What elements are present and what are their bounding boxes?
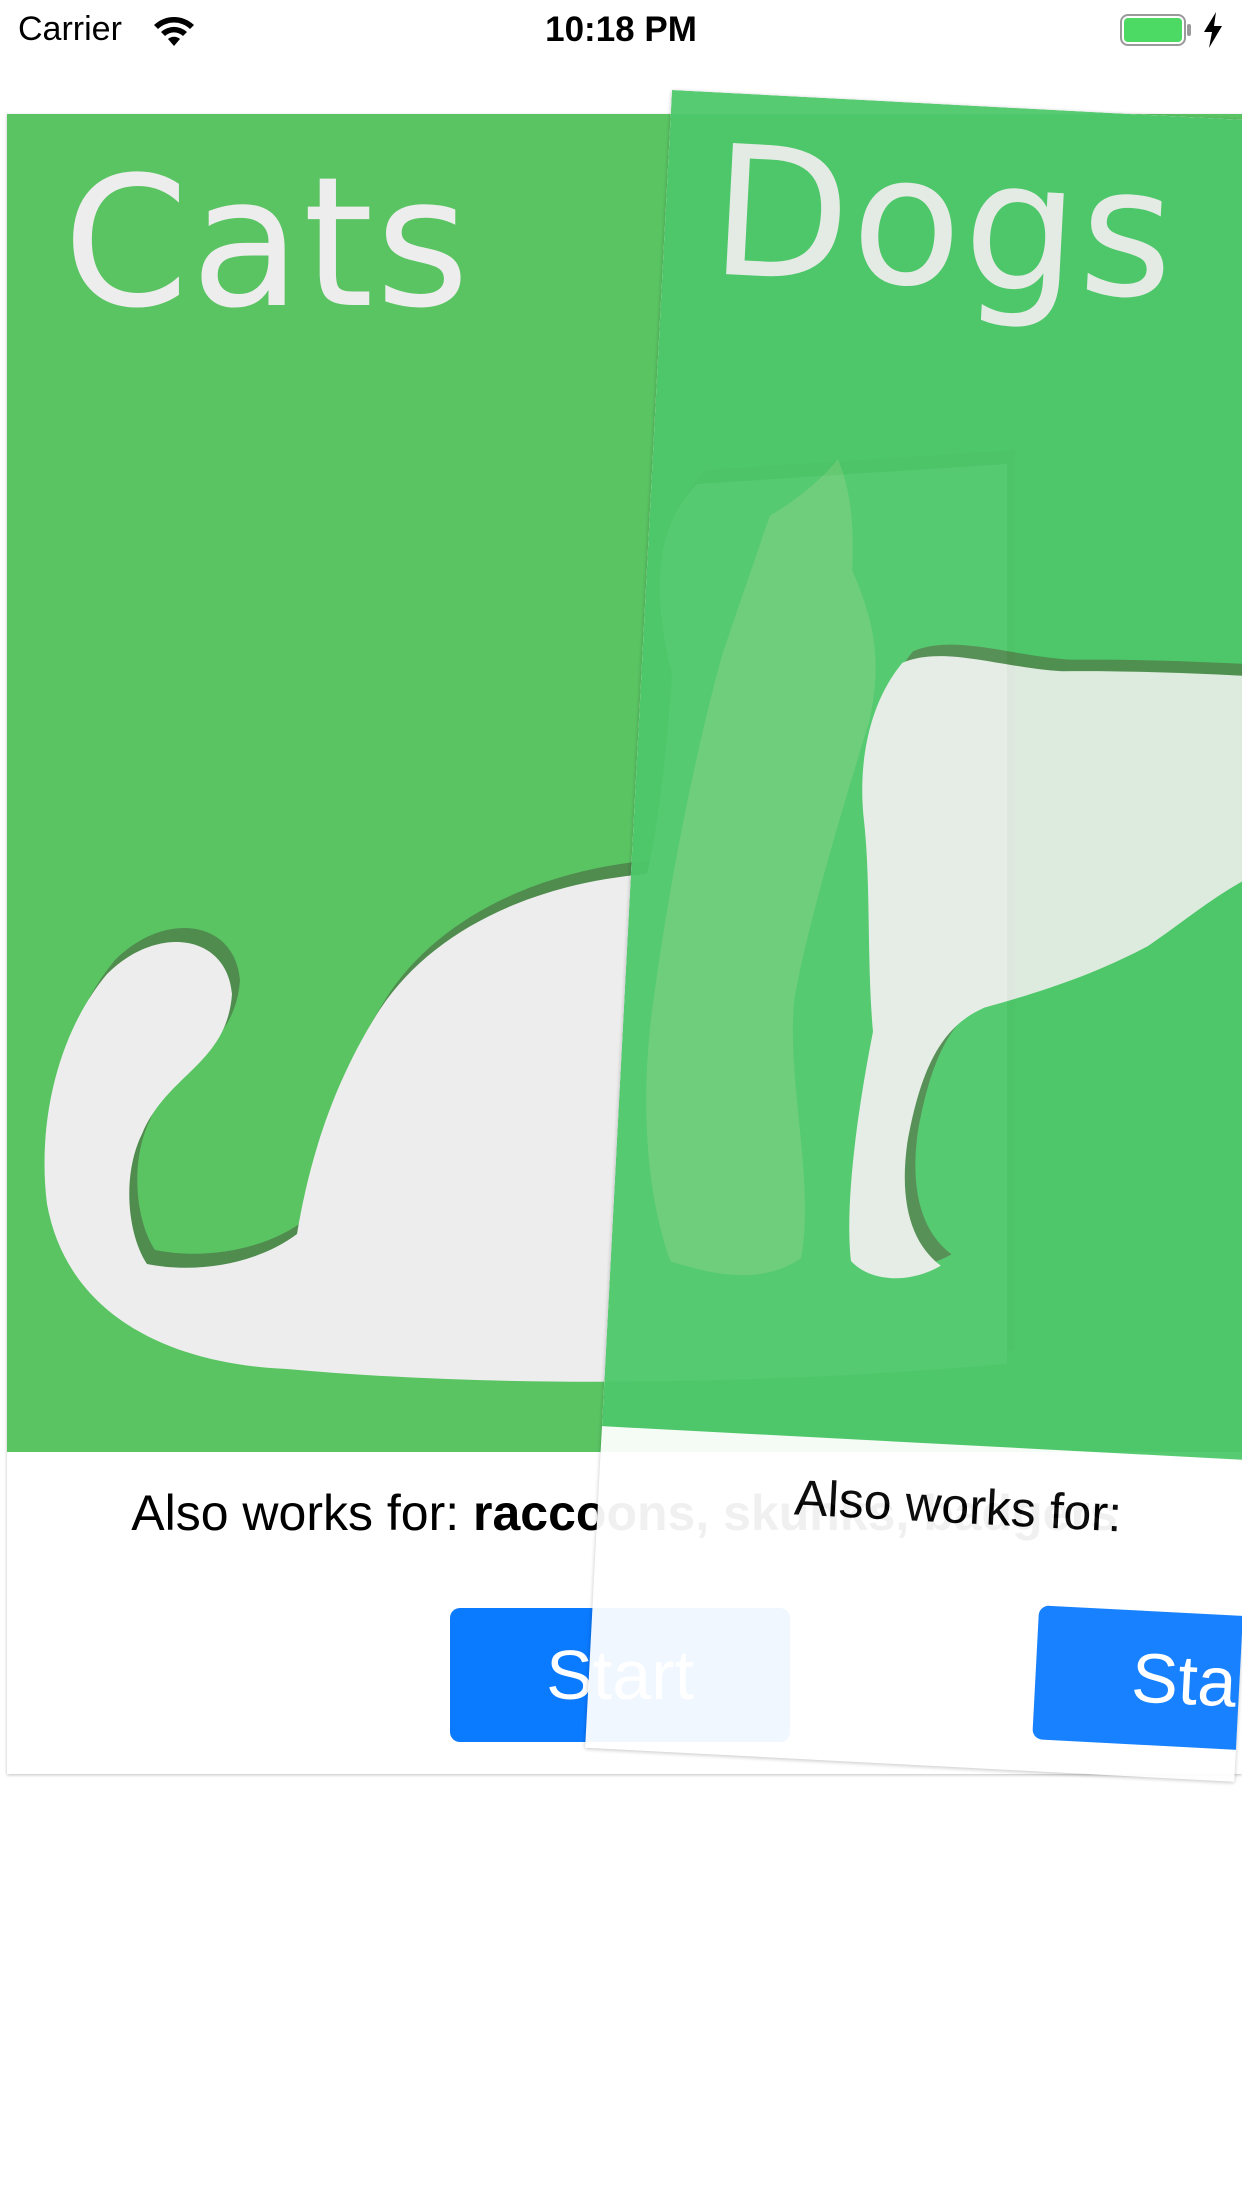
also-prefix-cats: Also works for: [131,1485,474,1541]
screen: Carrier 10:18 PM Cats Also works for: ra… [0,0,1242,2208]
battery-icon [1120,14,1191,46]
card-dogs[interactable]: Dogs Also works for: Start [585,90,1242,1782]
start-button-dogs[interactable]: Start [1032,1605,1242,1757]
dog-silhouette [646,459,1242,1279]
dogs-card-image: Dogs [601,90,1242,1461]
clock: 10:18 PM [545,10,697,49]
charging-bolt-icon [1204,12,1222,48]
also-prefix-dogs: Also works for: [793,1469,1124,1543]
also-works-for-dogs: Also works for: [793,1468,1123,1543]
status-bar: Carrier 10:18 PM [0,0,1242,60]
